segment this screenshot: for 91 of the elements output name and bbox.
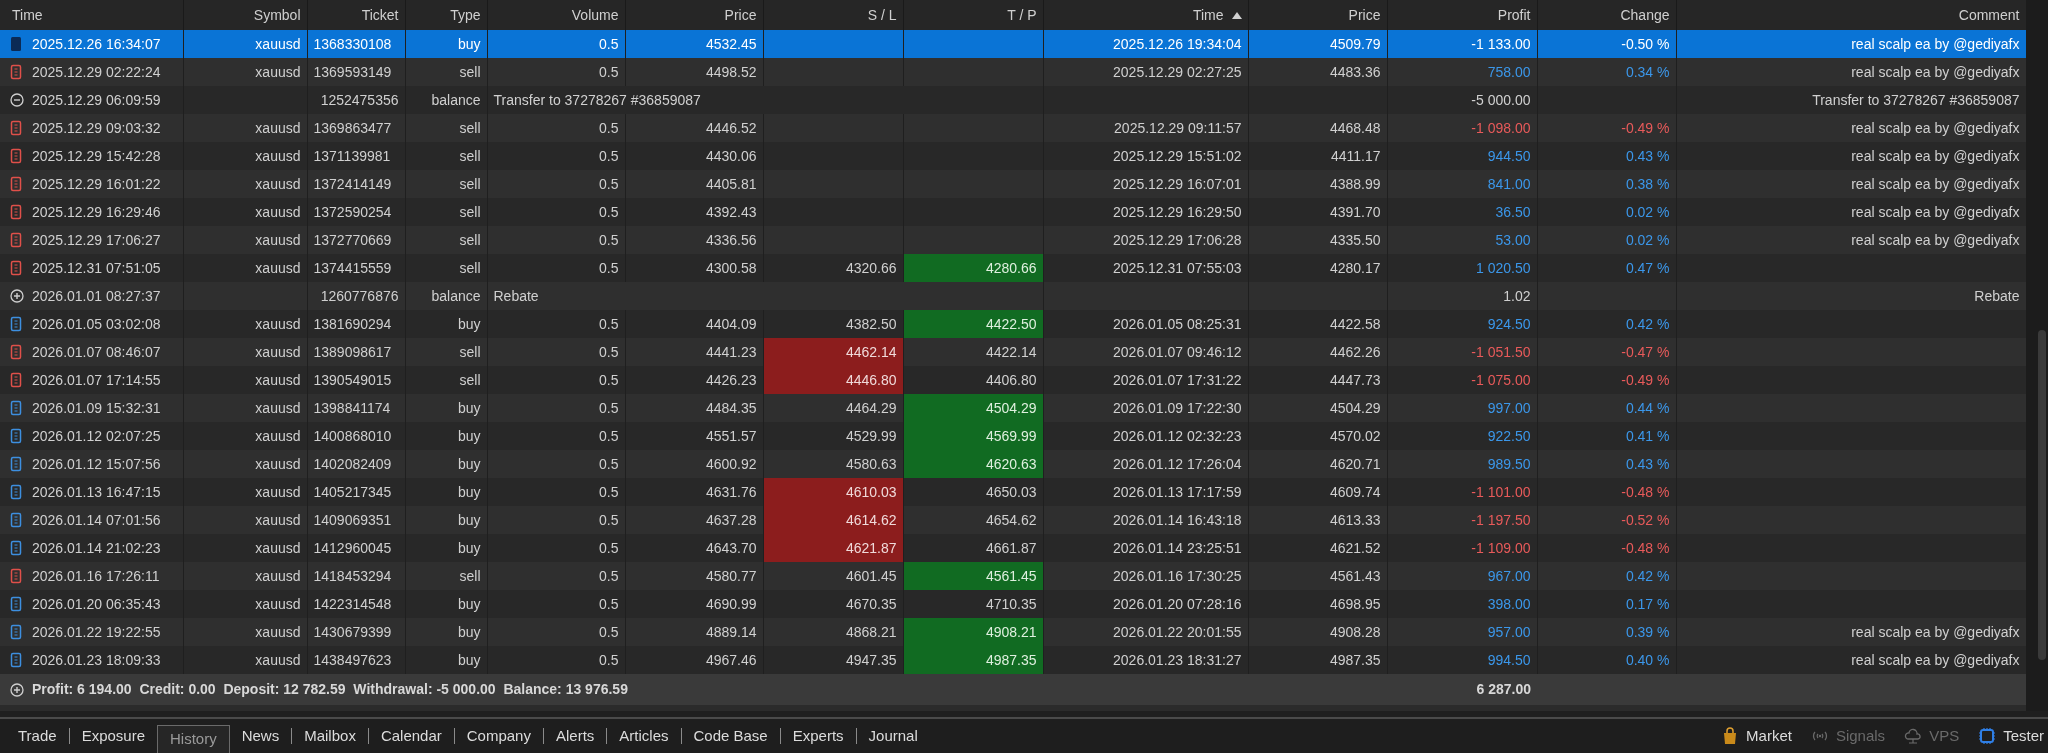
table-cell-text: 2026.01.01 08:27:37 <box>32 286 161 306</box>
table-cell-text: 2026.01.14 21:02:23 <box>32 538 161 558</box>
total-profit: 6 287.00 <box>1475 680 1531 699</box>
table-row[interactable]: 2026.01.23 18:09:33 xauusd 1438497623 buy 0.5 4967.46 4947.35 4987.35 2026.01.23 18:31:27 4987.35 994.50 0.40 % real scalp ea by @gediyafx <box>0 646 2026 674</box>
table-row[interactable]: 2025.12.29 09:03:32 xauusd 1369863477 sell 0.5 4446.52 2025.12.29 09:11:57 4468.48 -1 098.00 -0.49 % real scalp ea by @gediyafx <box>0 114 2026 142</box>
tab[interactable]: Alerts <box>543 724 607 748</box>
table-cell-text: 2025.12.29 17:06:27 <box>32 230 161 250</box>
table-cell-text: 2026.01.22 19:22:55 <box>32 622 161 642</box>
column-header[interactable]: T / P <box>1007 4 1037 26</box>
column-header[interactable]: Type <box>450 4 481 26</box>
take-profit-cell: 4569.99 <box>903 422 1043 450</box>
take-profit-cell: 4561.45 <box>903 562 1043 590</box>
table-row[interactable]: 2026.01.07 08:46:07 xauusd 1389098617 sell 0.5 4441.23 4462.14 4422.14 2026.01.07 09:46:12 4462.26 -1 051.50 -0.47 % <box>0 338 2026 366</box>
table-row[interactable]: 2026.01.14 21:02:23 xauusd 1412960045 buy 0.5 4643.70 4621.87 4661.87 2026.01.14 23:25:51 4621.52 -1 109.00 -0.48 % <box>0 534 2026 562</box>
table-cell-text: 2026.01.12 02:07:25 <box>32 426 161 446</box>
column-header[interactable]: Price <box>1348 4 1381 26</box>
cloud-icon <box>1903 726 1924 746</box>
take-profit-cell: 4620.63 <box>903 450 1043 478</box>
column-header[interactable]: S / L <box>867 4 897 26</box>
table-cell-text: 2026.01.16 17:26:11 <box>32 566 160 586</box>
table-cell-text: 2026.01.20 06:35:43 <box>32 594 161 614</box>
table-cell-text: 2026.01.13 16:47:15 <box>32 482 161 502</box>
stop-loss-cell: 4446.80 <box>763 366 903 394</box>
tab[interactable]: History <box>157 725 230 753</box>
table-row[interactable]: 2025.12.26 16:34:07 xauusd 1368330108 buy 0.5 4532.45 2025.12.26 19:34:04 4509.79 -1 133.00 -0.50 % real scalp ea by @gediyafx <box>0 30 2026 58</box>
table-row[interactable]: 2025.12.29 16:29:46 xauusd 1372590254 sell 0.5 4392.43 2025.12.29 16:29:50 4391.70 36.50 0.02 % real scalp ea by @gediyafx <box>0 198 2026 226</box>
table-row[interactable]: 2026.01.12 15:07:56 xauusd 1402082409 buy 0.5 4600.92 4580.63 4620.63 2026.01.12 17:26:04 4620.71 989.50 0.43 % <box>0 450 2026 478</box>
tab[interactable]: Exposure <box>69 724 157 748</box>
table-row[interactable]: 2026.01.09 15:32:31 xauusd 1398841174 buy 0.5 4484.35 4464.29 4504.29 2026.01.09 17:22:30 4504.29 997.00 0.44 % <box>0 394 2026 422</box>
stop-loss-cell: 4610.03 <box>763 478 903 506</box>
column-header[interactable]: Time <box>1192 4 1224 26</box>
column-header[interactable]: Profit <box>1497 4 1531 26</box>
tab[interactable]: News <box>229 724 292 748</box>
tab[interactable]: Code Base <box>681 724 780 748</box>
table-row[interactable]: 2025.12.29 02:22:24 xauusd 1369593149 sell 0.5 4498.52 2025.12.29 02:27:25 4483.36 758.00 0.34 % real scalp ea by @gediyafx <box>0 58 2026 86</box>
table-cell-text: 2025.12.29 09:03:32 <box>32 118 161 138</box>
table-row[interactable]: 2026.01.01 08:27:37 1260776876 balance Rebate 1.02 Rebate <box>0 282 2026 310</box>
table-row[interactable]: 2026.01.20 06:35:43 xauusd 1422314548 buy 0.5 4690.99 4670.35 4710.35 2026.01.20 07:28:16 4698.95 398.00 0.17 % <box>0 590 2026 618</box>
tab[interactable]: Articles <box>607 724 681 748</box>
column-header[interactable]: Volume <box>571 4 619 26</box>
table-cell-text: 2025.12.29 15:42:28 <box>32 146 161 166</box>
stop-loss-cell: 4462.14 <box>763 338 903 366</box>
table-cell-text: 2026.01.23 18:09:33 <box>32 650 161 670</box>
table-row[interactable]: 2026.01.07 17:14:55 xauusd 1390549015 sell 0.5 4426.23 4446.80 4406.80 2026.01.07 17:31:22 4447.73 -1 075.00 -0.49 % <box>0 366 2026 394</box>
take-profit-cell: 4280.66 <box>903 254 1043 282</box>
table-cell-text: 2025.12.29 06:09:59 <box>32 90 161 110</box>
column-header[interactable]: Time <box>12 4 43 26</box>
tab[interactable]: Trade <box>6 724 69 748</box>
table-row[interactable]: 2026.01.14 07:01:56 xauusd 1409069351 buy 0.5 4637.28 4614.62 4654.62 2026.01.14 16:43:18 4613.33 -1 197.50 -0.52 % <box>0 506 2026 534</box>
tab[interactable]: Experts <box>780 724 856 748</box>
table-row[interactable]: 2025.12.29 06:09:59 1252475356 balance Transfer to 37278267 #36859087 -5 000.00 Transfer to 37278267 #36859087 <box>0 86 2026 114</box>
stop-loss-cell: 4621.87 <box>763 534 903 562</box>
take-profit-cell: 4987.35 <box>903 646 1043 674</box>
plus-circle-icon[interactable] <box>10 682 24 697</box>
table-row[interactable]: 2026.01.13 16:47:15 xauusd 1405217345 buy 0.5 4631.76 4610.03 4650.03 2026.01.13 17:17:59 4609.74 -1 101.00 -0.48 % <box>0 478 2026 506</box>
service-button[interactable]: Market <box>1720 724 1792 748</box>
column-header[interactable]: Price <box>724 4 757 26</box>
summary-text: Profit: 6 194.00 Credit: 0.00 Deposit: 12 782.59 Withdrawal: -5 000.00 Balance: 13 976.59 <box>32 680 628 699</box>
table-cell-text: 2025.12.26 16:34:07 <box>32 34 161 54</box>
stop-loss-cell: 4614.62 <box>763 506 903 534</box>
tab[interactable]: Calendar <box>368 724 454 748</box>
table-cell-text: 2026.01.05 03:02:08 <box>32 314 161 334</box>
table-row[interactable]: 2025.12.29 15:42:28 xauusd 1371139981 sell 0.5 4430.06 2025.12.29 15:51:02 4411.17 944.50 0.43 % real scalp ea by @gediyafx <box>0 142 2026 170</box>
table-row[interactable]: 2026.01.05 03:02:08 xauusd 1381690294 buy 0.5 4404.09 4382.50 4422.50 2026.01.05 08:25:31 4422.58 924.50 0.42 % <box>0 310 2026 338</box>
table-cell-text: 2026.01.07 17:14:55 <box>32 370 161 390</box>
table-row[interactable]: 2025.12.29 16:01:22 xauusd 1372414149 sell 0.5 4405.81 2025.12.29 16:07:01 4388.99 841.00 0.38 % real scalp ea by @gediyafx <box>0 170 2026 198</box>
tab[interactable]: Journal <box>856 724 930 748</box>
column-header[interactable]: Symbol <box>253 4 301 26</box>
tab[interactable]: Mailbox <box>292 724 368 748</box>
column-header[interactable]: Change <box>1620 4 1670 26</box>
table-cell-text: 2025.12.29 16:29:46 <box>32 202 161 222</box>
chip-icon <box>1977 726 1998 746</box>
table-row[interactable]: 2025.12.31 07:51:05 xauusd 1374415559 sell 0.5 4300.58 4320.66 4280.66 2025.12.31 07:55:03 4280.17 1 020.50 0.47 % <box>0 254 2026 282</box>
service-button[interactable]: Tester <box>1977 724 2044 748</box>
tab[interactable]: Company <box>454 724 543 748</box>
column-header[interactable]: Ticket <box>361 4 399 26</box>
table-cell-text: 2026.01.14 07:01:56 <box>32 510 161 530</box>
take-profit-cell: 4504.29 <box>903 394 1043 422</box>
table-cell-text: 2026.01.07 08:46:07 <box>32 342 161 362</box>
table-cell-text: 2025.12.29 02:22:24 <box>32 62 161 82</box>
column-header[interactable]: Comment <box>1958 4 2020 26</box>
table-row[interactable]: 2026.01.22 19:22:55 xauusd 1430679399 buy 0.5 4889.14 4868.21 4908.21 2026.01.22 20:01:55 4908.28 957.00 0.39 % real scalp ea by @gediyafx <box>0 618 2026 646</box>
table-cell-text: 2025.12.31 07:51:05 <box>32 258 161 278</box>
table-cell-text: 2025.12.29 16:01:22 <box>32 174 161 194</box>
table-cell-text: 2026.01.12 15:07:56 <box>32 454 161 474</box>
table-row[interactable]: 2026.01.12 02:07:25 xauusd 1400868010 buy 0.5 4551.57 4529.99 4569.99 2026.01.12 02:32:23 4570.02 922.50 0.41 % <box>0 422 2026 450</box>
take-profit-cell: 4908.21 <box>903 618 1043 646</box>
take-profit-cell: 4422.50 <box>903 310 1043 338</box>
table-row[interactable]: 2026.01.16 17:26:11 xauusd 1418453294 sell 0.5 4580.77 4601.45 4561.45 2026.01.16 17:30:25 4561.43 967.00 0.42 % <box>0 562 2026 590</box>
table-row[interactable]: 2025.12.29 17:06:27 xauusd 1372770669 sell 0.5 4336.56 2025.12.29 17:06:28 4335.50 53.00 0.02 % real scalp ea by @gediyafx <box>0 226 2026 254</box>
table-cell-text: 2026.01.09 15:32:31 <box>32 398 161 418</box>
